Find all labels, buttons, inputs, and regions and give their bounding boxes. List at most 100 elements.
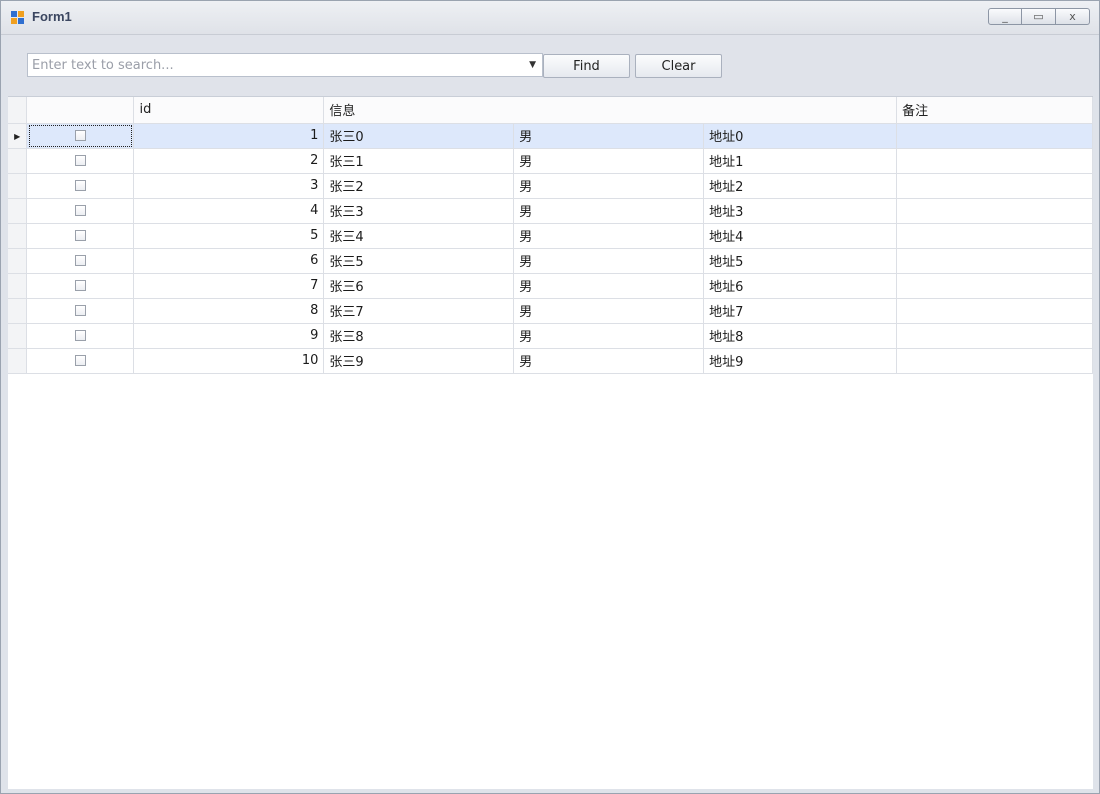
- cell-gender[interactable]: 男: [513, 148, 705, 174]
- minimize-button[interactable]: _: [988, 8, 1022, 25]
- cell-name[interactable]: 张三0: [323, 123, 515, 149]
- cell-name[interactable]: 张三7: [323, 298, 515, 324]
- row-checkbox[interactable]: [74, 230, 86, 241]
- row-indicator[interactable]: [8, 273, 28, 299]
- row-checkbox[interactable]: [74, 130, 86, 141]
- cell-name[interactable]: 张三3: [323, 198, 515, 224]
- cell-id[interactable]: 3: [133, 173, 325, 199]
- row-checkbox-cell[interactable]: [26, 248, 135, 274]
- clear-button[interactable]: Clear: [635, 54, 722, 78]
- header-info-band[interactable]: 信息: [323, 97, 898, 124]
- cell-gender[interactable]: 男: [513, 123, 705, 149]
- find-button[interactable]: Find: [543, 54, 630, 78]
- cell-name[interactable]: 张三4: [323, 223, 515, 249]
- cell-address[interactable]: 地址2: [703, 173, 898, 199]
- row-checkbox[interactable]: [74, 330, 86, 341]
- row-checkbox-cell[interactable]: [26, 348, 135, 374]
- row-checkbox-cell[interactable]: [26, 123, 135, 149]
- cell-address[interactable]: 地址7: [703, 298, 898, 324]
- cell-address[interactable]: 地址6: [703, 273, 898, 299]
- row-checkbox-cell[interactable]: [26, 273, 135, 299]
- dropdown-arrow-icon[interactable]: ▼: [529, 60, 536, 70]
- cell-remark[interactable]: [896, 248, 1093, 274]
- table-row[interactable]: 2 张三1 男地址1: [8, 148, 1093, 174]
- table-row[interactable]: 4 张三3 男地址3: [8, 198, 1093, 224]
- row-checkbox[interactable]: [74, 155, 86, 166]
- row-checkbox[interactable]: [74, 305, 86, 316]
- table-row[interactable]: 5 张三4 男地址4: [8, 223, 1093, 249]
- cell-name[interactable]: 张三1: [323, 148, 515, 174]
- cell-address[interactable]: 地址1: [703, 148, 898, 174]
- row-indicator[interactable]: [8, 348, 28, 374]
- search-input[interactable]: [28, 54, 516, 76]
- row-indicator[interactable]: [8, 173, 28, 199]
- cell-id[interactable]: 10: [133, 348, 325, 374]
- row-indicator[interactable]: [8, 298, 28, 324]
- cell-remark[interactable]: [896, 273, 1093, 299]
- cell-id[interactable]: 9: [133, 323, 325, 349]
- cell-id[interactable]: 4: [133, 198, 325, 224]
- cell-gender[interactable]: 男: [513, 223, 705, 249]
- row-indicator[interactable]: [8, 248, 28, 274]
- cell-gender[interactable]: 男: [513, 323, 705, 349]
- cell-address[interactable]: 地址3: [703, 198, 898, 224]
- cell-name[interactable]: 张三6: [323, 273, 515, 299]
- cell-id[interactable]: 6: [133, 248, 325, 274]
- cell-id[interactable]: 8: [133, 298, 325, 324]
- cell-id[interactable]: 7: [133, 273, 325, 299]
- title-bar[interactable]: Form1 _ ▭ x: [1, 1, 1099, 35]
- cell-remark[interactable]: [896, 173, 1093, 199]
- cell-name[interactable]: 张三5: [323, 248, 515, 274]
- close-button[interactable]: x: [1056, 8, 1090, 25]
- cell-id[interactable]: 2: [133, 148, 325, 174]
- table-row[interactable]: 8 张三7 男地址7: [8, 298, 1093, 324]
- table-row[interactable]: ▶ 1 张三0 男地址0: [8, 123, 1093, 149]
- cell-name[interactable]: 张三9: [323, 348, 515, 374]
- cell-address[interactable]: 地址8: [703, 323, 898, 349]
- cell-remark[interactable]: [896, 223, 1093, 249]
- row-indicator[interactable]: [8, 223, 28, 249]
- table-row[interactable]: 10 张三9 男地址9: [8, 348, 1093, 374]
- cell-remark[interactable]: [896, 323, 1093, 349]
- row-indicator[interactable]: [8, 323, 28, 349]
- row-checkbox-cell[interactable]: [26, 173, 135, 199]
- cell-gender[interactable]: 男: [513, 348, 705, 374]
- search-combobox[interactable]: ▼: [27, 53, 543, 77]
- cell-remark[interactable]: [896, 348, 1093, 374]
- cell-gender[interactable]: 男: [513, 248, 705, 274]
- cell-address[interactable]: 地址0: [703, 123, 898, 149]
- cell-gender[interactable]: 男: [513, 273, 705, 299]
- row-checkbox-cell[interactable]: [26, 298, 135, 324]
- cell-id[interactable]: 5: [133, 223, 325, 249]
- cell-name[interactable]: 张三2: [323, 173, 515, 199]
- cell-name[interactable]: 张三8: [323, 323, 515, 349]
- row-indicator[interactable]: [8, 198, 28, 224]
- row-checkbox[interactable]: [74, 280, 86, 291]
- table-row[interactable]: 7 张三6 男地址6: [8, 273, 1093, 299]
- cell-gender[interactable]: 男: [513, 173, 705, 199]
- row-checkbox[interactable]: [74, 255, 86, 266]
- cell-remark[interactable]: [896, 148, 1093, 174]
- cell-remark[interactable]: [896, 123, 1093, 149]
- row-checkbox[interactable]: [74, 205, 86, 216]
- table-row[interactable]: 3 张三2 男地址2: [8, 173, 1093, 199]
- header-remark[interactable]: 备注: [896, 97, 1093, 124]
- header-id[interactable]: id: [133, 97, 325, 124]
- row-checkbox[interactable]: [74, 180, 86, 191]
- row-checkbox[interactable]: [74, 355, 86, 366]
- row-checkbox-cell[interactable]: [26, 223, 135, 249]
- cell-address[interactable]: 地址4: [703, 223, 898, 249]
- row-indicator[interactable]: ▶: [8, 123, 28, 149]
- row-checkbox-cell[interactable]: [26, 198, 135, 224]
- row-indicator[interactable]: [8, 148, 28, 174]
- row-checkbox-cell[interactable]: [26, 323, 135, 349]
- cell-id[interactable]: 1: [133, 123, 325, 149]
- table-row[interactable]: 6 张三5 男地址5: [8, 248, 1093, 274]
- row-checkbox-cell[interactable]: [26, 148, 135, 174]
- cell-address[interactable]: 地址5: [703, 248, 898, 274]
- data-grid[interactable]: id 信息 备注 ▶ 1 张三0 男地址0 2 张三1 男地址1 3 张三2 男地址2 4 张三3 男地…: [8, 96, 1093, 789]
- cell-address[interactable]: 地址9: [703, 348, 898, 374]
- cell-gender[interactable]: 男: [513, 198, 705, 224]
- header-checkbox[interactable]: [26, 97, 135, 124]
- maximize-button[interactable]: ▭: [1022, 8, 1056, 25]
